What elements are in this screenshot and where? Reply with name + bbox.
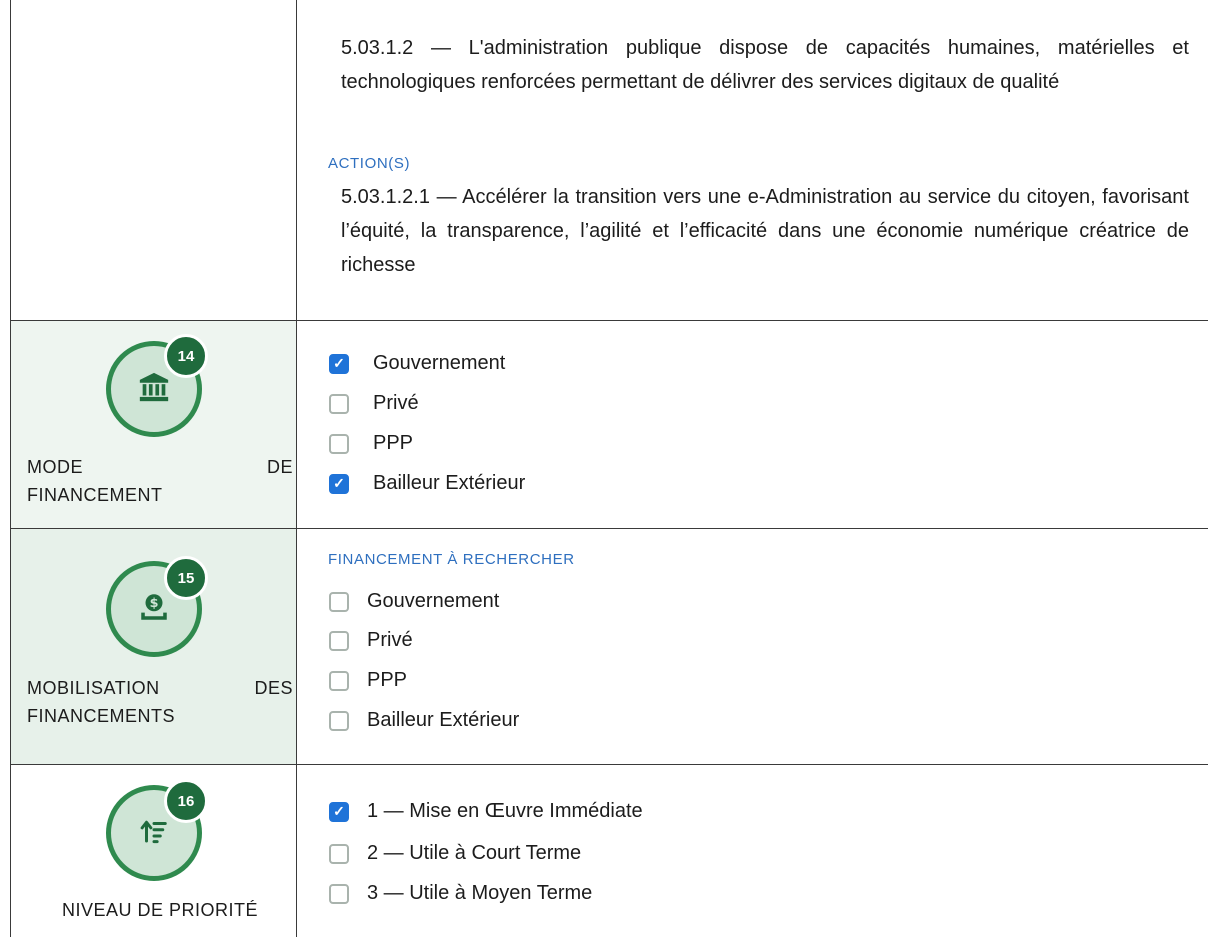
checkbox-checked-icon[interactable]: ✓ xyxy=(329,473,349,494)
section-left-cell: 14 MODE DE FINANCEMENT xyxy=(10,321,297,529)
section-mode-financement: 14 MODE DE FINANCEMENT ✓ Gouvernement Pr… xyxy=(0,321,1208,529)
bank-icon xyxy=(137,370,171,409)
checkbox-empty-icon[interactable] xyxy=(329,670,349,691)
section-niveau-priorite: 16 NIVEAU DE PRIORITÉ ✓ 1 — Mise en Œuvr… xyxy=(0,765,1208,937)
section-number-badge: 15 xyxy=(164,556,208,600)
financement-subheading: FINANCEMENT À RECHERCHER xyxy=(328,551,575,568)
checkbox-ppp[interactable]: PPP xyxy=(329,669,407,692)
objective-text: 5.03.1.2 — L'administration publique dis… xyxy=(341,37,1189,93)
checkbox-label: Bailleur Extérieur xyxy=(367,709,520,731)
sort-priority-icon xyxy=(139,816,169,851)
section-number-badge: 16 xyxy=(164,779,208,823)
checkbox-label: PPP xyxy=(367,669,408,691)
checkbox-checked-icon[interactable]: ✓ xyxy=(329,801,349,822)
section-label: MOBILISATION DES FINANCEMENTS xyxy=(27,674,293,730)
checkbox-bailleur-exterieur[interactable]: ✓ Bailleur Extérieur xyxy=(329,472,525,495)
checkbox-label: Gouvernement xyxy=(367,590,500,612)
checkbox-label: Bailleur Extérieur xyxy=(373,472,526,494)
section-label-line: FINANCEMENT xyxy=(27,485,163,505)
checkbox-label: PPP xyxy=(373,432,414,454)
action-text: 5.03.1.2.1 — Accélérer la transition ver… xyxy=(341,186,1189,276)
checkbox-empty-icon[interactable] xyxy=(329,883,349,904)
checkbox-label: Privé xyxy=(373,392,419,414)
section-left-cell: $ 15 MOBILISATION DES FINANCEMENTS xyxy=(10,529,297,765)
actions-heading: ACTION(S) xyxy=(328,155,411,172)
section-label-word: MOBILISATION xyxy=(27,678,160,698)
section-label-word: DE xyxy=(266,457,293,477)
objective-left-cell xyxy=(10,0,297,321)
money-hand-icon: $ xyxy=(137,590,171,629)
checkbox-prive[interactable]: Privé xyxy=(329,629,413,652)
section-label-line: FINANCEMENTS xyxy=(27,706,176,726)
checkbox-empty-icon[interactable] xyxy=(329,630,349,651)
checkbox-empty-icon[interactable] xyxy=(329,591,349,612)
checkbox-gouvernement[interactable]: ✓ Gouvernement xyxy=(329,352,505,375)
section-label-word: DES xyxy=(254,678,293,698)
checkbox-label: 2 — Utile à Court Terme xyxy=(367,842,582,864)
checkbox-empty-icon[interactable] xyxy=(329,433,349,454)
checkbox-empty-icon[interactable] xyxy=(329,710,349,731)
svg-text:$: $ xyxy=(150,596,159,611)
checkbox-label: Privé xyxy=(367,629,413,651)
checkbox-label: 1 — Mise en Œuvre Immédiate xyxy=(367,800,643,822)
checkbox-gouvernement[interactable]: Gouvernement xyxy=(329,590,499,613)
section-label-word: MODE xyxy=(27,457,83,477)
checkbox-priority-3[interactable]: 3 — Utile à Moyen Terme xyxy=(329,882,592,905)
section-label: MODE DE FINANCEMENT xyxy=(27,453,293,509)
checkbox-checked-icon[interactable]: ✓ xyxy=(329,353,349,374)
section-mobilisation-financements: $ 15 MOBILISATION DES FINANCEMENTS FINAN… xyxy=(0,529,1208,765)
checkbox-label: 3 — Utile à Moyen Terme xyxy=(367,882,593,904)
checkbox-empty-icon[interactable] xyxy=(329,843,349,864)
checkbox-prive[interactable]: Privé xyxy=(329,392,419,415)
objective-row: 5.03.1.2 — L'administration publique dis… xyxy=(0,0,1208,321)
checkbox-bailleur-exterieur[interactable]: Bailleur Extérieur xyxy=(329,709,519,732)
checkbox-ppp[interactable]: PPP xyxy=(329,432,413,455)
checkbox-empty-icon[interactable] xyxy=(329,393,349,414)
checkbox-priority-2[interactable]: 2 — Utile à Court Terme xyxy=(329,842,581,865)
checkbox-priority-1[interactable]: ✓ 1 — Mise en Œuvre Immédiate xyxy=(329,800,643,823)
checkbox-label: Gouvernement xyxy=(373,352,506,374)
section-number-badge: 14 xyxy=(164,334,208,378)
section-label: NIVEAU DE PRIORITÉ xyxy=(61,900,259,920)
section-left-cell: 16 NIVEAU DE PRIORITÉ xyxy=(10,765,297,937)
